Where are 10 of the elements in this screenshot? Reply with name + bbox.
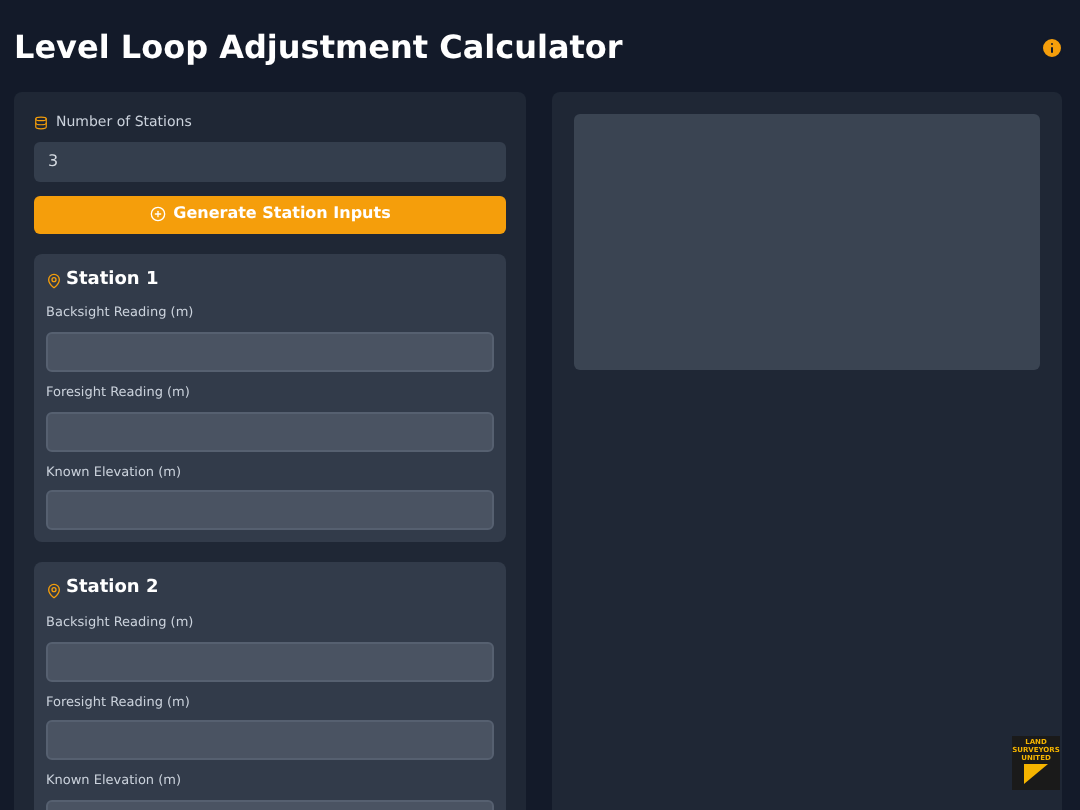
stack-icon — [34, 115, 48, 130]
station-title: Station 2 — [66, 576, 159, 603]
stations-count-field[interactable]: 3 — [34, 141, 506, 181]
info-icon[interactable] — [1040, 36, 1064, 60]
pin-icon — [46, 271, 62, 290]
pin-icon — [46, 581, 62, 599]
page-title: Level Loop Adjustment Calculator — [14, 26, 623, 70]
triangle-icon — [1024, 764, 1048, 784]
plus-icon — [149, 206, 166, 222]
station-title: Station 1 — [66, 267, 159, 293]
